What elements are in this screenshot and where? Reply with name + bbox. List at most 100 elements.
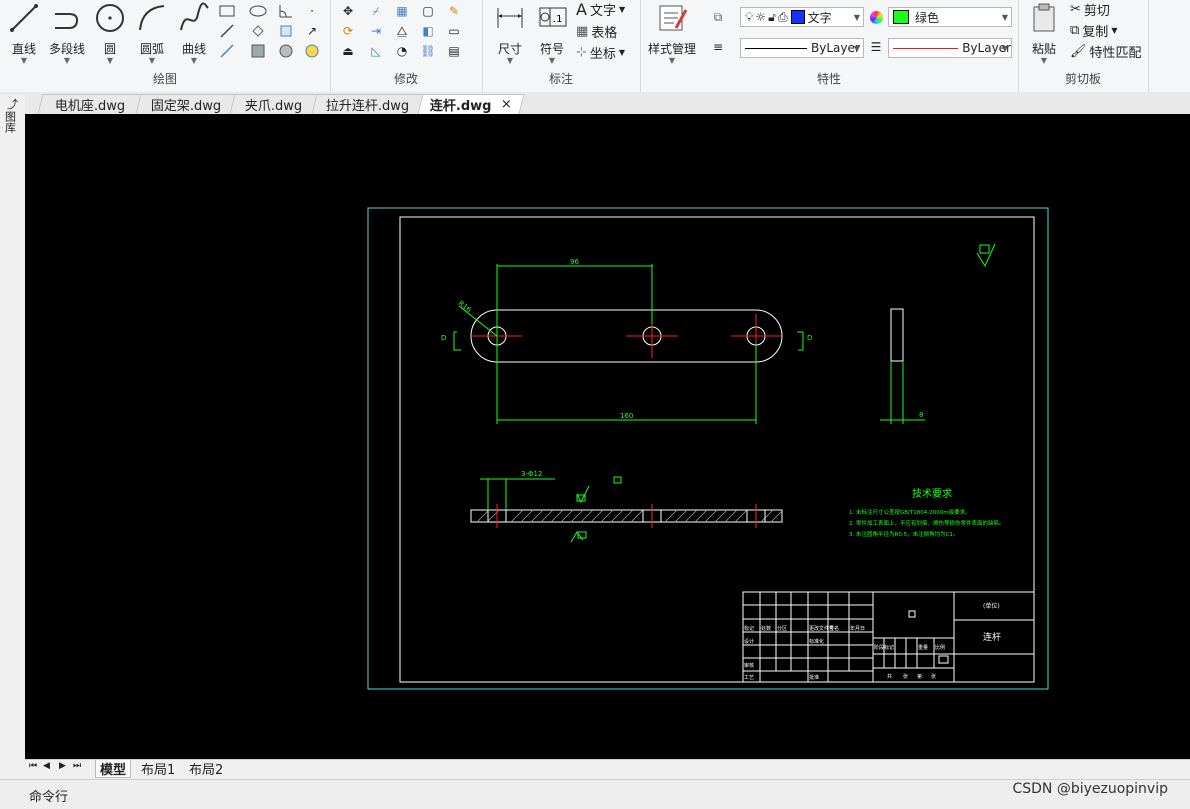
layer-stack-icon: ⧉ bbox=[713, 9, 723, 24]
drawing-canvas[interactable]: 96 160 R16 8 3-Φ12 D D 技术要求 1. 未标注尺寸公差按G… bbox=[25, 114, 1190, 759]
title-block-cell: 处数 bbox=[761, 625, 771, 632]
chevron-down-icon: ▼ bbox=[106, 56, 114, 65]
chevron-down-icon: ▼ bbox=[618, 48, 626, 57]
title-block-cell: 阶段标记 bbox=[874, 644, 894, 651]
color-value: 绿色 bbox=[915, 10, 940, 25]
wipeout-icon bbox=[305, 44, 319, 58]
paste-button[interactable]: 粘贴 ▼ bbox=[1022, 2, 1066, 65]
move-tool[interactable]: ✥ bbox=[338, 2, 358, 20]
modify-group: ✥ ⌿ ▦ ▢ ✎ ⟳ ⇥ ⧋ ◧ ▭ ⏏ ◺ ◔ ⛓ ▤ 修改 bbox=[330, 0, 483, 92]
trim-tool[interactable]: ⌿ bbox=[366, 2, 386, 20]
dimension-button[interactable]: 尺寸 ▼ bbox=[488, 2, 532, 65]
dim-section-text: 3-Φ12 bbox=[521, 470, 542, 478]
nav-prev-icon[interactable]: ◀ bbox=[43, 761, 50, 771]
arc-button[interactable]: 圆弧 ▼ bbox=[130, 2, 174, 65]
nav-next-icon[interactable]: ▶ bbox=[59, 761, 66, 771]
close-icon[interactable]: × bbox=[501, 97, 512, 112]
boundary-tool[interactable] bbox=[276, 22, 296, 40]
layer-manager-button[interactable]: ⧉ bbox=[708, 8, 728, 26]
array-icon: ▦ bbox=[396, 4, 408, 18]
file-tab[interactable]: 固定架.dwg bbox=[135, 94, 237, 114]
rectangle-icon bbox=[219, 5, 235, 17]
outer-frame bbox=[367, 207, 1049, 690]
curve-button[interactable]: 曲线 ▼ bbox=[172, 2, 216, 65]
text-button[interactable]: A 文字 ▼ bbox=[576, 0, 625, 19]
match-layer-button[interactable]: ≡ bbox=[708, 38, 728, 56]
eraser-icon: ✎ bbox=[448, 4, 460, 18]
file-tab[interactable]: 拉升连杆.dwg bbox=[311, 94, 425, 114]
paste-label: 粘贴 bbox=[1031, 42, 1056, 56]
lightbulb-icon: 💡︎ bbox=[745, 9, 754, 24]
arrow-tool[interactable]: ↗ bbox=[302, 22, 322, 40]
style-manager-button[interactable]: 样式管理 ▼ bbox=[646, 2, 698, 65]
region-tool[interactable] bbox=[248, 22, 268, 40]
copy-tool[interactable]: ▢ bbox=[418, 2, 438, 20]
construction-line-icon bbox=[220, 44, 234, 58]
wipeout-tool[interactable] bbox=[302, 42, 322, 60]
library-panel-button[interactable]: ⤴ 图库 bbox=[4, 99, 22, 134]
join-tool[interactable]: ⛓ bbox=[418, 42, 438, 60]
copy-button[interactable]: ⧉ 复制 ▼ bbox=[1070, 21, 1117, 40]
model-tab[interactable]: 模型 bbox=[95, 760, 132, 778]
layout-tab-bar: ⏮ ◀ ▶ ⏭ 模型 布局1 布局2 bbox=[25, 759, 1190, 778]
gradient-tool[interactable] bbox=[276, 42, 296, 60]
rotate-tool[interactable]: ⟳ bbox=[338, 22, 358, 40]
title-block-cell: 设计 bbox=[744, 638, 754, 645]
trim-icon: ⌿ bbox=[372, 3, 380, 18]
tech-note-3: 3. 未注圆角半径为R0.5，未注倒角均为C1。 bbox=[849, 530, 958, 538]
erase-tool[interactable]: ✎ bbox=[444, 2, 464, 20]
tech-note-1: 1. 未标注尺寸公差按GB/T1804-2000m级要求。 bbox=[849, 508, 971, 516]
color-select[interactable]: 绿色 ▼ bbox=[888, 7, 1012, 27]
array-tool[interactable]: ▦ bbox=[392, 2, 412, 20]
file-tab[interactable]: 夹爪.dwg bbox=[229, 94, 319, 114]
draw-group: 直线 ▼ 多段线 ▼ 圆 ▼ 圆弧 ▼ 曲线 ▼ · ↗ 绘图 bbox=[0, 0, 331, 92]
clipboard-icon bbox=[1033, 3, 1055, 32]
ribbon: 直线 ▼ 多段线 ▼ 圆 ▼ 圆弧 ▼ 曲线 ▼ · ↗ 绘图 ✥ ⌿ ▦ ▢ … bbox=[0, 0, 1190, 93]
fillet-tool[interactable]: ◔ bbox=[392, 42, 412, 60]
left-panel: ⤴ 图库 bbox=[0, 95, 25, 760]
edit-tool[interactable]: ▤ bbox=[444, 42, 464, 60]
table-button[interactable]: ▦ 表格 bbox=[576, 22, 617, 41]
scale-tool[interactable]: ◺ bbox=[366, 42, 386, 60]
line-button[interactable]: 直线 ▼ bbox=[2, 2, 46, 65]
layer-select[interactable]: 💡︎ ☼ 🔓︎ ⎙ 文字 ▼ bbox=[740, 7, 864, 27]
chevron-down-icon: ▼ bbox=[1001, 12, 1008, 22]
offset-tool[interactable]: ◧ bbox=[418, 22, 438, 40]
coordinate-button[interactable]: ⊹ 坐标 ▼ bbox=[576, 43, 625, 62]
linetype-select[interactable]: ByLayer ▼ bbox=[740, 38, 864, 58]
polyline-button[interactable]: 多段线 ▼ bbox=[44, 2, 90, 65]
ellipse-tool[interactable] bbox=[248, 2, 268, 20]
cut-button[interactable]: ✂ 剪切 bbox=[1070, 0, 1110, 19]
properties-group-label: 特性 bbox=[816, 72, 841, 86]
layout-tab[interactable]: 布局1 bbox=[141, 760, 175, 778]
mirror-tool[interactable]: ⧋ bbox=[392, 22, 412, 40]
text-icon: A bbox=[576, 0, 587, 19]
explode-tool[interactable]: ▭ bbox=[444, 22, 464, 40]
rectangle-tool[interactable] bbox=[217, 2, 237, 20]
nav-first-icon[interactable]: ⏮ bbox=[29, 761, 37, 771]
construction-line-tool[interactable] bbox=[217, 42, 237, 60]
title-block-cell: 张 bbox=[903, 673, 908, 680]
layout-tab[interactable]: 布局2 bbox=[189, 760, 223, 778]
file-tab[interactable]: 电机座.dwg bbox=[37, 94, 143, 114]
linetype-preview bbox=[745, 47, 807, 49]
lineweight-select[interactable]: ByLayer ▼ bbox=[888, 38, 1012, 58]
nav-last-icon[interactable]: ⏭ bbox=[73, 761, 81, 771]
match-properties-button[interactable]: 🖌︎ 特性匹配 bbox=[1070, 42, 1142, 61]
symbol-button[interactable]: .1 符号 ▼ bbox=[530, 2, 574, 65]
hatch-tool[interactable] bbox=[248, 42, 268, 60]
gradient-icon bbox=[279, 44, 293, 58]
lineweight-button[interactable]: ☰ bbox=[866, 38, 886, 56]
chevron-down-icon: ▼ bbox=[668, 56, 676, 65]
inner-frame bbox=[399, 216, 1035, 683]
circle-button[interactable]: 圆 ▼ bbox=[88, 2, 132, 65]
point-tool[interactable]: · bbox=[302, 2, 322, 20]
file-tab-active[interactable]: 连杆.dwg × bbox=[417, 94, 525, 114]
stretch-tool[interactable]: ⏏ bbox=[338, 42, 358, 60]
angle-tool[interactable] bbox=[276, 2, 296, 20]
cut-label: 剪切 bbox=[1083, 4, 1110, 19]
xline-tool[interactable] bbox=[217, 22, 237, 40]
color-wheel-button[interactable] bbox=[866, 8, 886, 26]
extend-tool[interactable]: ⇥ bbox=[366, 22, 386, 40]
xline-icon bbox=[220, 24, 234, 38]
